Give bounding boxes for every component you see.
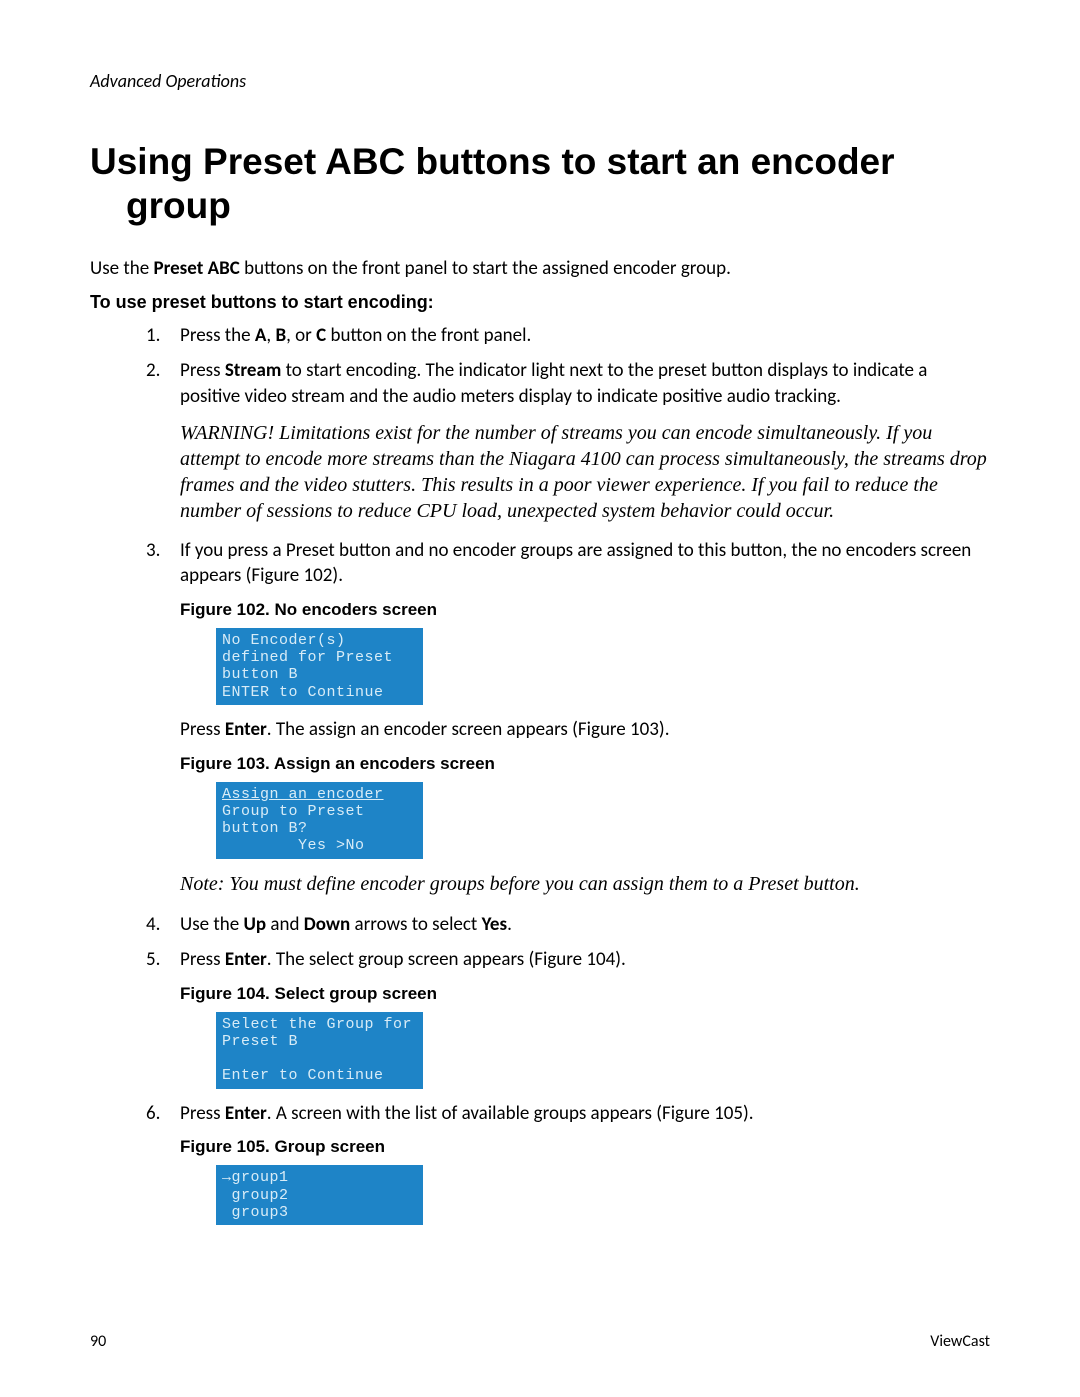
figure-103-caption: Figure 103. Assign an encoders screen [180, 753, 990, 776]
step-6: 6. Press Enter. A screen with the list o… [146, 1101, 990, 1225]
figure-102-lcd: No Encoder(s) defined for Preset button … [216, 628, 423, 705]
step-5: 5. Press Enter. The select group screen … [146, 947, 990, 1089]
text-bold: Up [243, 913, 266, 936]
text-bold: Preset ABC [153, 257, 239, 280]
step-number: 5. [146, 947, 160, 973]
lcd-line-underlined: Assign an encoder [222, 786, 384, 803]
page-title: Using Preset ABC buttons to start an enc… [126, 140, 990, 229]
text: Press [180, 359, 225, 382]
lcd-lines: Group to Preset button B? Yes >No [222, 803, 365, 855]
text-bold: Enter [225, 1102, 267, 1125]
figure-102-caption: Figure 102. No encoders screen [180, 599, 990, 622]
text: to start encoding. The indicator light n… [180, 359, 927, 408]
text: arrows to select [350, 913, 481, 936]
step-4: 4. Use the Up and Down arrows to select … [146, 912, 990, 938]
step-2: 2. Press Stream to start encoding. The i… [146, 358, 990, 523]
step-number: 3. [146, 538, 160, 564]
document-page: Advanced Operations Using Preset ABC but… [0, 0, 1080, 1397]
text-bold: Enter [225, 718, 267, 741]
figure-105-caption: Figure 105. Group screen [180, 1136, 990, 1159]
text-bold: C [316, 324, 326, 347]
text: . A screen with the list of available gr… [267, 1102, 754, 1125]
warning-text: Limitations exist for the number of stre… [180, 422, 987, 522]
text: Press [180, 1102, 225, 1125]
step-number: 4. [146, 912, 160, 938]
page-number: 90 [90, 1332, 106, 1351]
warning-note: WARNING! Limitations exist for the numbe… [180, 420, 990, 524]
text: Press [180, 718, 225, 741]
figure-104-caption: Figure 104. Select group screen [180, 983, 990, 1006]
figure-105-lcd: →group1 group2 group3 [216, 1165, 423, 1225]
text: Press [180, 948, 225, 971]
text: . [507, 913, 512, 936]
text-bold: Down [304, 913, 351, 936]
text: , or [286, 324, 316, 347]
procedure-heading: To use preset buttons to start encoding: [90, 292, 990, 313]
text: If you press a Preset button and no enco… [180, 539, 971, 588]
step-number: 1. [146, 323, 160, 349]
footer-brand: ViewCast [930, 1332, 990, 1351]
text-after-fig102: Press Enter. The assign an encoder scree… [180, 717, 990, 743]
figure-104-lcd: Select the Group for Preset B Enter to C… [216, 1012, 423, 1089]
text: . The assign an encoder screen appears (… [267, 718, 670, 741]
step-1: 1. Press the A, B, or C button on the fr… [146, 323, 990, 349]
step-number: 2. [146, 358, 160, 384]
step-number: 6. [146, 1101, 160, 1127]
figure-103-lcd: Assign an encoder Group to Preset button… [216, 782, 423, 859]
text-bold: A [255, 324, 267, 347]
text-bold: Yes [482, 913, 508, 936]
warning-label: WARNING! [180, 422, 279, 444]
text-bold: Enter [225, 948, 267, 971]
page-footer: 90 ViewCast [90, 1332, 990, 1351]
text: and [266, 913, 304, 936]
note-text: Note: You must define encoder groups bef… [180, 871, 990, 898]
step-3: 3. If you press a Preset button and no e… [146, 538, 990, 898]
text: Use the [90, 257, 153, 280]
running-head: Advanced Operations [90, 70, 990, 92]
text-bold: Stream [225, 359, 282, 382]
text: . The select group screen appears (Figur… [267, 948, 626, 971]
procedure-steps: 1. Press the A, B, or C button on the fr… [146, 323, 990, 1225]
text: buttons on the front panel to start the … [240, 257, 731, 280]
intro-paragraph: Use the Preset ABC buttons on the front … [90, 257, 990, 280]
text: Use the [180, 913, 243, 936]
text: button on the front panel. [326, 324, 531, 347]
text: Press the [180, 324, 255, 347]
text-bold: B [275, 324, 286, 347]
